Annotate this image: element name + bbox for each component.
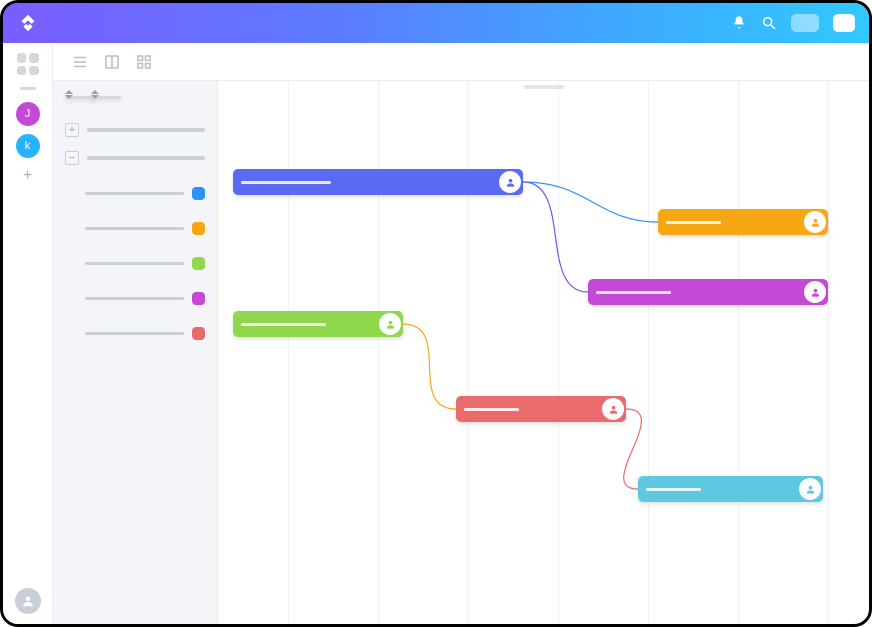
assignee-avatar-icon[interactable] bbox=[804, 211, 826, 233]
status-dot bbox=[192, 187, 205, 200]
status-dot bbox=[192, 292, 205, 305]
assignee-avatar-icon[interactable] bbox=[602, 398, 624, 420]
list-item[interactable] bbox=[65, 257, 205, 270]
gantt-bar[interactable] bbox=[456, 396, 626, 422]
header-pill-2[interactable] bbox=[833, 14, 855, 32]
list-item[interactable] bbox=[65, 187, 205, 200]
view-toolbar bbox=[53, 43, 869, 81]
rail-divider bbox=[20, 87, 36, 90]
status-dot bbox=[192, 222, 205, 235]
gantt-bar[interactable] bbox=[233, 311, 403, 337]
resize-grip-icon[interactable] bbox=[524, 85, 564, 89]
gantt-bar[interactable] bbox=[233, 169, 523, 195]
list-view-icon[interactable] bbox=[71, 53, 89, 71]
group-collapsed[interactable]: + bbox=[65, 123, 205, 137]
gantt-grid bbox=[218, 81, 869, 624]
workspace-avatar-j[interactable]: J bbox=[16, 102, 40, 126]
assignee-avatar-icon[interactable] bbox=[804, 281, 826, 303]
group-title bbox=[87, 128, 205, 132]
assignee-avatar-icon[interactable] bbox=[499, 171, 521, 193]
top-bar bbox=[3, 3, 869, 43]
assignee-avatar-icon[interactable] bbox=[799, 478, 821, 500]
gantt-bar[interactable] bbox=[638, 476, 823, 502]
search-icon[interactable] bbox=[761, 15, 777, 31]
board-view-icon[interactable] bbox=[103, 53, 121, 71]
app-logo[interactable] bbox=[17, 12, 39, 34]
list-item[interactable] bbox=[65, 222, 205, 235]
collapse-icon[interactable]: − bbox=[65, 151, 79, 165]
filter-2[interactable] bbox=[91, 95, 99, 99]
gantt-bar[interactable] bbox=[658, 209, 828, 235]
left-rail: J k + bbox=[3, 43, 53, 624]
workspace-avatar-k[interactable]: k bbox=[16, 134, 40, 158]
group-title bbox=[87, 156, 205, 160]
list-item[interactable] bbox=[65, 292, 205, 305]
header-pill-1[interactable] bbox=[791, 14, 819, 32]
group-expanded[interactable]: − bbox=[65, 151, 205, 165]
bell-icon[interactable] bbox=[731, 15, 747, 31]
add-workspace-button[interactable]: + bbox=[18, 166, 38, 186]
assignee-avatar-icon[interactable] bbox=[379, 313, 401, 335]
gantt-bar[interactable] bbox=[588, 279, 828, 305]
status-dot bbox=[192, 257, 205, 270]
apps-icon[interactable] bbox=[17, 53, 39, 75]
filter-1[interactable] bbox=[65, 95, 73, 99]
task-list-panel: + − bbox=[53, 81, 218, 624]
grid-view-icon[interactable] bbox=[135, 53, 153, 71]
profile-avatar[interactable] bbox=[15, 588, 41, 614]
status-dot bbox=[192, 327, 205, 340]
list-item[interactable] bbox=[65, 327, 205, 340]
expand-icon[interactable]: + bbox=[65, 123, 79, 137]
gantt-chart[interactable] bbox=[218, 81, 869, 624]
